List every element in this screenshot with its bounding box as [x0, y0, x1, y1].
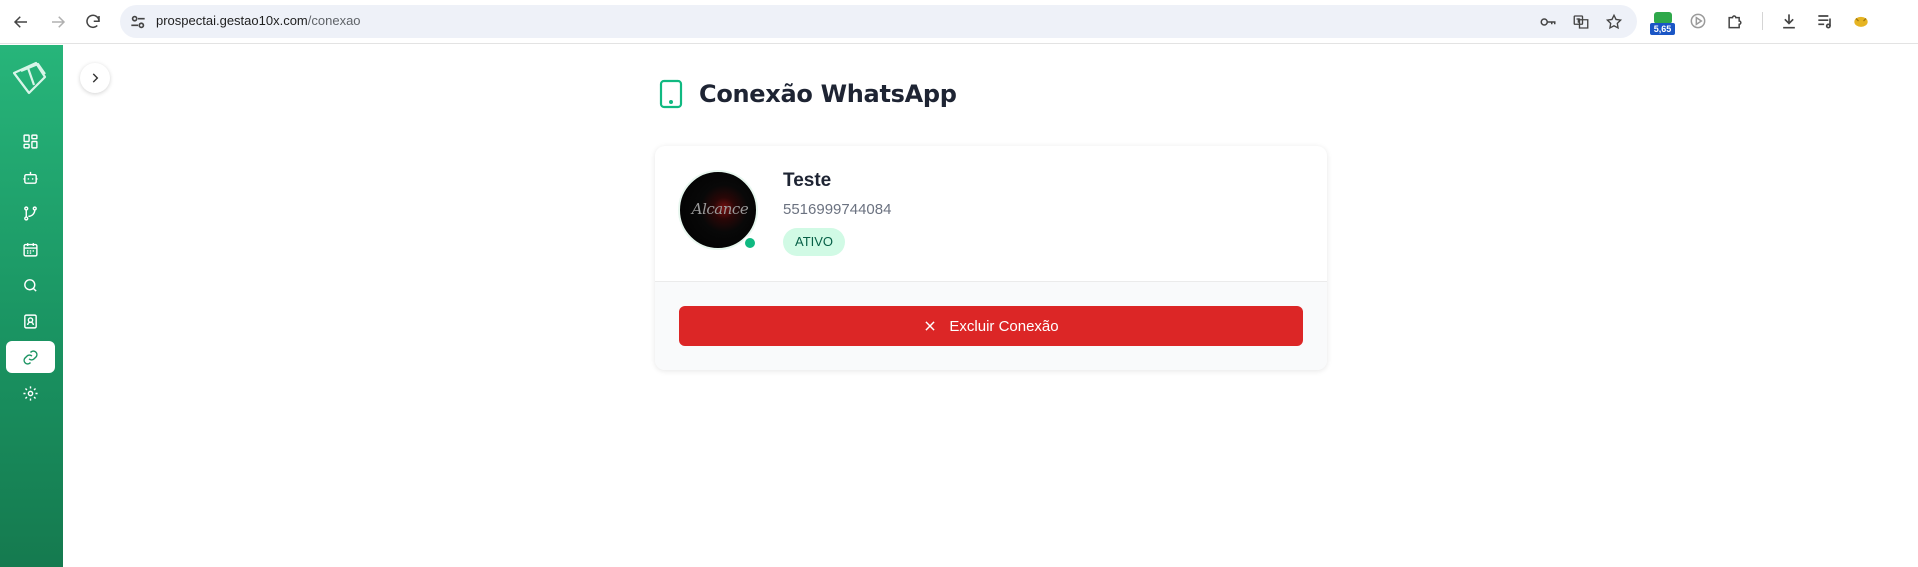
translate-icon[interactable] — [1572, 13, 1590, 31]
sidebar-item-contacts[interactable] — [6, 305, 55, 337]
close-icon — [925, 321, 935, 331]
page-header: Conexão WhatsApp — [658, 79, 957, 109]
sidebar-item-calendar[interactable] — [6, 233, 55, 265]
url-text[interactable]: prospectai.gestao10x.com/conexao — [156, 13, 361, 28]
sidebar-item-bots[interactable] — [6, 161, 55, 193]
delete-connection-button[interactable]: Excluir Conexão — [679, 306, 1303, 346]
connection-name: Teste — [783, 170, 832, 191]
bookmark-star-icon[interactable] — [1605, 13, 1623, 31]
url-host: prospectai.gestao10x.com — [156, 13, 308, 28]
status-badge: ATIVO — [783, 228, 846, 256]
smartphone-icon — [659, 79, 683, 109]
search-icon — [24, 278, 37, 292]
sidebar-item-connection[interactable] — [6, 341, 55, 373]
chevron-right-icon — [92, 73, 99, 83]
forward-icon[interactable] — [45, 9, 71, 35]
calendar-icon — [23, 242, 38, 257]
reload-icon[interactable] — [80, 9, 106, 35]
extension-badge-icon[interactable]: 5,65 — [1650, 10, 1676, 36]
url-path: /conexao — [307, 13, 361, 28]
sidebar-toggle-button[interactable] — [80, 63, 110, 93]
page-title: Conexão WhatsApp — [699, 80, 957, 108]
sidebar-item-flows[interactable] — [6, 197, 55, 229]
browser-toolbar: prospectai.gestao10x.com/conexao 5,65 — [0, 0, 1918, 44]
gear-icon — [23, 385, 38, 401]
avatar-logo-text: Alcance — [691, 200, 749, 218]
app-sidebar — [0, 45, 63, 567]
connection-phone: 5516999744084 — [783, 201, 892, 218]
robot-icon — [23, 171, 38, 184]
address-bar[interactable]: prospectai.gestao10x.com/conexao — [120, 5, 1637, 38]
download-icon[interactable] — [1779, 11, 1799, 31]
contact-card-icon — [24, 313, 37, 329]
connection-card: Alcance Teste 5516999744084 ATIVO Exclui… — [655, 146, 1327, 370]
sidebar-item-search[interactable] — [6, 269, 55, 301]
extensions-puzzle-icon[interactable] — [1725, 11, 1745, 31]
profile-icon[interactable] — [1851, 11, 1871, 31]
sidebar-item-settings[interactable] — [6, 377, 55, 409]
extension-icon[interactable] — [1688, 11, 1708, 31]
online-status-dot — [743, 236, 757, 250]
grid-icon — [23, 133, 38, 149]
app-logo-icon — [12, 61, 47, 95]
toolbar-divider — [1762, 12, 1763, 30]
media-controls-icon[interactable] — [1815, 11, 1835, 31]
back-icon[interactable] — [8, 9, 34, 35]
link-icon — [23, 349, 38, 365]
delete-connection-label: Excluir Conexão — [949, 317, 1059, 335]
git-branch-icon — [24, 205, 37, 221]
sidebar-item-dashboard[interactable] — [6, 125, 55, 157]
site-settings-icon[interactable] — [128, 12, 148, 32]
extension-badge-count: 5,65 — [1650, 23, 1675, 35]
password-key-icon[interactable] — [1539, 13, 1557, 31]
connection-info: Alcance Teste 5516999744084 ATIVO — [655, 146, 1327, 282]
